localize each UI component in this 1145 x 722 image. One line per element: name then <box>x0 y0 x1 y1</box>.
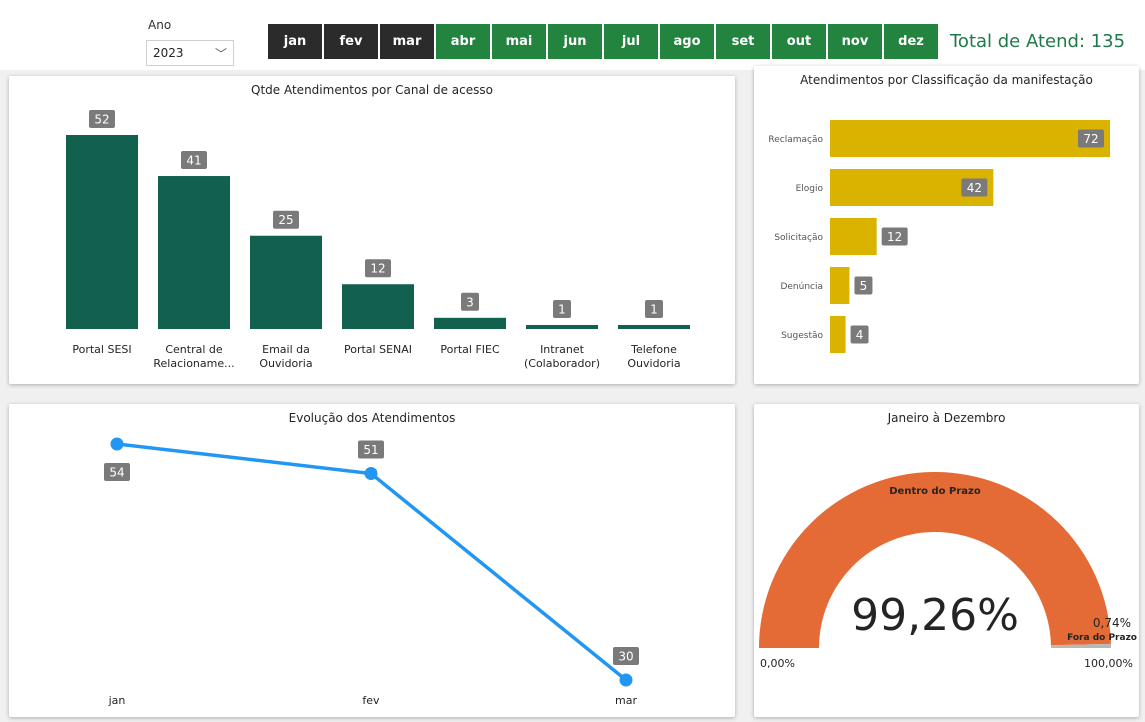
bar-classificacao-2[interactable] <box>830 218 877 255</box>
tick-label-canal-1: Central de <box>165 343 223 356</box>
month-button-mai[interactable]: mai <box>492 24 546 59</box>
tick-label-canal-5: Intranet <box>540 343 585 356</box>
tick-label-classificacao-1: Elogio <box>796 184 824 194</box>
tick-label-classificacao-4: Sugestão <box>781 331 823 341</box>
tick-label-canal-1: Relacioname... <box>153 357 234 370</box>
data-label-canal-0: 52 <box>89 110 115 128</box>
gauge-min-label: 0,00% <box>760 657 795 670</box>
prazo-card: Janeiro à Dezembro Dentro do Prazo 99,26%… <box>754 404 1139 717</box>
month-button-ago[interactable]: ago <box>660 24 714 59</box>
bar-canal-5[interactable] <box>526 325 598 329</box>
tick-label-classificacao-3: Denúncia <box>780 282 823 292</box>
data-label-canal-0-text: 52 <box>94 113 109 127</box>
evolucao-line-chart: 54 jan 51 fev 30 mar <box>104 437 639 707</box>
data-label-jan-text: 54 <box>109 466 124 480</box>
tick-label-canal-4: Portal FIEC <box>440 343 500 356</box>
data-label-canal-2-text: 25 <box>278 213 293 227</box>
canal-bar-chart: 52 Portal SESI 41 Central deRelacioname... 2… <box>66 110 690 370</box>
data-label-fev-text: 51 <box>363 443 378 457</box>
tick-label-fev: fev <box>362 694 380 707</box>
year-label: Ano <box>148 18 172 32</box>
data-label-mar-text: 30 <box>618 650 633 664</box>
gauge-segment-out-label: Fora do Prazo <box>1067 633 1137 643</box>
canal-acesso-card: Qtde Atendimentos por Canal de acesso 52… <box>9 76 735 384</box>
data-label-classificacao-4: 4 <box>850 325 869 344</box>
tick-label-canal-2: Ouvidoria <box>259 357 312 370</box>
data-label-canal-6-text: 1 <box>650 303 658 317</box>
data-label-canal-3: 12 <box>365 259 391 278</box>
gauge-max-label: 100,00% <box>1084 657 1133 670</box>
point-mar[interactable] <box>619 673 633 687</box>
filter-bar: Ano 2023 ﹀ jan fev mar abr mai jun jul ago set ou… <box>0 0 1145 70</box>
bar-classificacao-4[interactable] <box>830 316 846 353</box>
tick-label-canal-6: Ouvidoria <box>627 357 680 370</box>
tick-label-classificacao-2: Solicitação <box>774 233 823 243</box>
month-button-fev[interactable]: fev <box>324 24 378 59</box>
data-label-canal-5: 1 <box>553 300 571 318</box>
data-label-classificacao-1-text: 42 <box>967 181 982 195</box>
gauge-value: 99,26% <box>851 590 1019 641</box>
evolucao-card: Evolução dos Atendimentos 54 jan 51 fev 30 ma… <box>9 404 735 717</box>
bar-canal-4[interactable] <box>434 317 506 329</box>
tick-label-mar: mar <box>615 694 637 707</box>
data-label-canal-4-text: 3 <box>466 295 474 309</box>
prazo-gauge: Dentro do Prazo 99,26% 0,74% Fora do Prazo 0… <box>759 471 1137 670</box>
data-label-canal-1-text: 41 <box>186 154 201 168</box>
data-label-canal-6: 1 <box>645 300 663 318</box>
classificacao-card: Atendimentos por Classificação da manife… <box>754 66 1139 384</box>
month-button-out[interactable]: out <box>772 24 826 59</box>
month-button-nov[interactable]: nov <box>828 24 882 59</box>
bar-canal-3[interactable] <box>342 284 414 329</box>
total-atendimentos: Total de Atend: 135 <box>950 31 1126 52</box>
data-label-fev: 51 <box>358 440 384 459</box>
month-slicer: jan fev mar abr mai jun jul ago set out nov dez <box>268 24 938 59</box>
data-label-canal-4: 3 <box>461 292 479 311</box>
gauge-remainder-label: 0,74% <box>1093 616 1131 630</box>
month-button-jun[interactable]: jun <box>548 24 602 59</box>
month-button-jul[interactable]: jul <box>604 24 658 59</box>
data-label-mar: 30 <box>613 647 639 665</box>
month-button-jan[interactable]: jan <box>268 24 322 59</box>
data-label-classificacao-3: 5 <box>854 276 873 295</box>
data-label-canal-5-text: 1 <box>558 303 566 317</box>
point-fev[interactable] <box>364 467 378 480</box>
year-dropdown[interactable]: 2023 ﹀ <box>146 40 234 66</box>
month-button-dez[interactable]: dez <box>884 24 938 59</box>
tick-label-canal-6: Telefone <box>630 343 677 356</box>
bar-canal-1[interactable] <box>158 176 230 329</box>
data-label-canal-2: 25 <box>273 210 299 229</box>
data-label-classificacao-3-text: 5 <box>860 279 868 293</box>
tick-label-jan: jan <box>108 694 126 707</box>
data-label-classificacao-2: 12 <box>881 227 908 246</box>
data-label-classificacao-4-text: 4 <box>856 328 864 342</box>
tick-label-canal-2: Email da <box>262 343 310 356</box>
classificacao-bar-chart: Reclamação 72 Elogio 42 Solicitação 12 Denúnci… <box>768 120 1110 353</box>
month-button-abr[interactable]: abr <box>436 24 490 59</box>
data-label-jan: 54 <box>104 463 130 481</box>
bar-canal-0[interactable] <box>66 135 138 329</box>
bar-classificacao-3[interactable] <box>830 267 850 304</box>
year-value: 2023 <box>153 46 184 60</box>
gauge-segment-in-label: Dentro do Prazo <box>889 486 981 497</box>
bar-classificacao-0[interactable] <box>830 120 1110 157</box>
tick-label-canal-3: Portal SENAI <box>344 343 412 356</box>
month-button-mar[interactable]: mar <box>380 24 434 59</box>
bar-canal-2[interactable] <box>250 235 322 329</box>
data-label-canal-3-text: 12 <box>370 262 385 276</box>
tick-label-classificacao-0: Reclamação <box>768 135 823 145</box>
tick-label-canal-5: (Colaborador) <box>524 357 600 370</box>
month-button-set[interactable]: set <box>716 24 770 59</box>
bar-canal-6[interactable] <box>618 325 690 329</box>
point-jan[interactable] <box>110 437 124 451</box>
data-label-classificacao-2-text: 12 <box>887 230 902 244</box>
tick-label-canal-0: Portal SESI <box>72 343 131 356</box>
data-label-classificacao-1: 42 <box>961 178 988 197</box>
data-label-canal-1: 41 <box>181 151 207 170</box>
data-label-classificacao-0: 72 <box>1078 129 1104 148</box>
chevron-down-icon: ﹀ <box>214 46 227 61</box>
data-label-classificacao-0-text: 72 <box>1083 132 1098 146</box>
